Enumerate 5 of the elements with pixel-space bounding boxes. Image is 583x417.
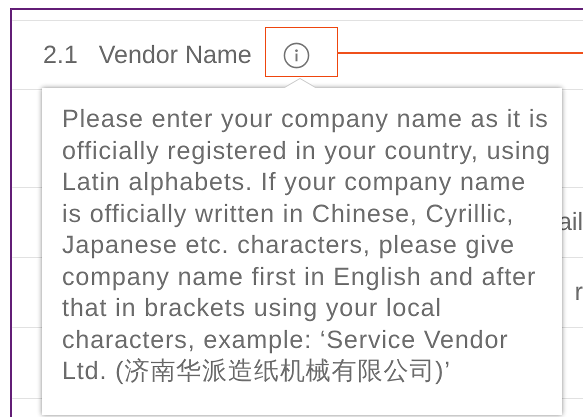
tooltip-text: Please enter your company name as it is officially registered in your country, using Latin alphabets. If your company name is officially written in Chinese, Cyrillic, Japanese etc. characters, please give company name first in English and after that in brackets using your local characters, example: ‘Service Vendor Ltd. (济南华派造纸机械有限公司)’ [62, 104, 552, 387]
info-icon[interactable] [282, 42, 310, 68]
field-number: 2.1 [43, 40, 78, 70]
field-label: r [574, 278, 583, 307]
field-label: Vendor Name [98, 40, 252, 70]
